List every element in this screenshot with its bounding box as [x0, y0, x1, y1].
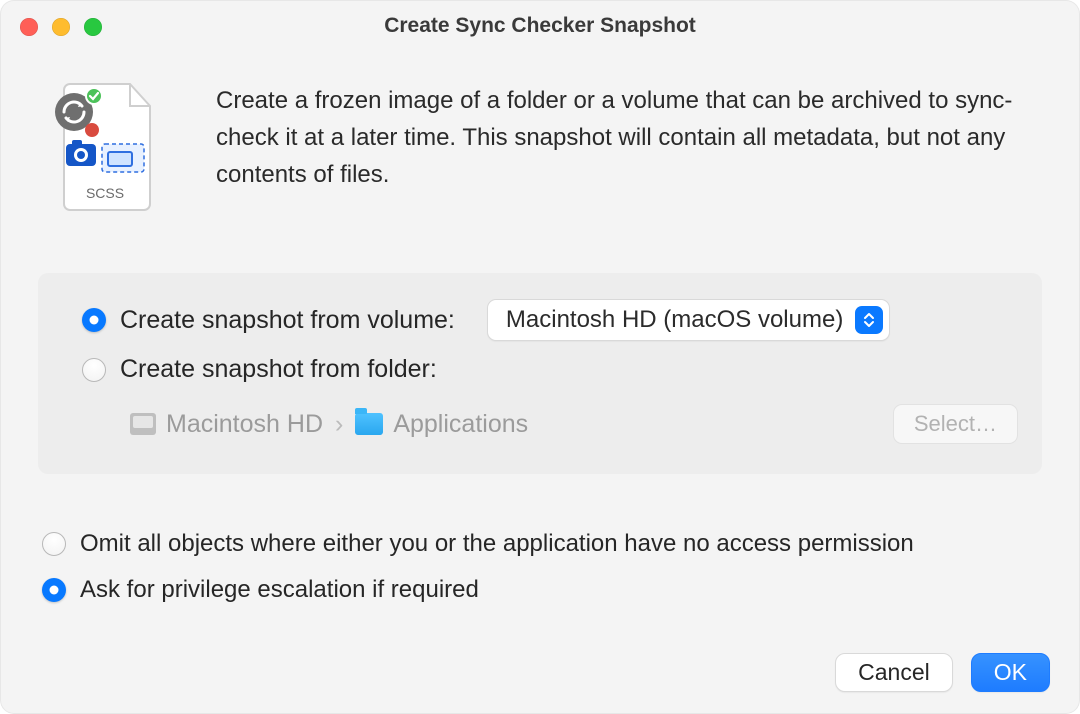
select-folder-button[interactable]: Select… [893, 404, 1018, 444]
window-title: Create Sync Checker Snapshot [0, 14, 1080, 38]
intro-section: SCSS Create a frozen image of a folder o… [38, 82, 1042, 219]
breadcrumb-item: Applications [393, 410, 528, 439]
label-ask-escalation: Ask for privilege escalation if required [80, 576, 479, 604]
radio-row-folder[interactable]: Create snapshot from folder: [82, 355, 1018, 384]
radio-row-escalation[interactable]: Ask for privilege escalation if required [42, 576, 1038, 604]
updown-chevron-icon [855, 306, 883, 334]
harddrive-icon [130, 413, 156, 435]
radio-omit-no-access[interactable] [42, 532, 66, 556]
folder-breadcrumb: Macintosh HD › Applications [130, 410, 528, 439]
radio-row-volume[interactable]: Create snapshot from volume: Macintosh H… [82, 299, 1018, 341]
minimize-window-button[interactable] [52, 18, 70, 36]
radio-row-omit[interactable]: Omit all objects where either you or the… [42, 530, 1038, 558]
breadcrumb-root: Macintosh HD [166, 410, 323, 439]
volume-select-value: Macintosh HD (macOS volume) [506, 306, 843, 334]
radio-from-volume[interactable] [82, 308, 106, 332]
breadcrumb-separator: › [333, 410, 345, 439]
cancel-button[interactable]: Cancel [835, 653, 953, 692]
scss-badge-text: SCSS [86, 185, 124, 201]
label-from-volume: Create snapshot from volume: [120, 306, 455, 335]
titlebar: Create Sync Checker Snapshot [0, 0, 1080, 52]
label-omit-no-access: Omit all objects where either you or the… [80, 530, 914, 558]
window: Create Sync Checker Snapshot [0, 0, 1080, 714]
folder-path-row: Macintosh HD › Applications Select… [82, 404, 1018, 444]
source-option-box: Create snapshot from volume: Macintosh H… [38, 273, 1042, 474]
zoom-window-button[interactable] [84, 18, 102, 36]
volume-select[interactable]: Macintosh HD (macOS volume) [487, 299, 890, 341]
scss-document-icon: SCSS [50, 82, 160, 219]
traffic-lights [20, 18, 102, 36]
ok-button[interactable]: OK [971, 653, 1050, 692]
close-window-button[interactable] [20, 18, 38, 36]
radio-ask-escalation[interactable] [42, 578, 66, 602]
radio-from-folder[interactable] [82, 358, 106, 382]
options-checks: Omit all objects where either you or the… [38, 530, 1042, 604]
footer-buttons: Cancel OK [835, 653, 1050, 692]
folder-icon [355, 413, 383, 435]
intro-text: Create a frozen image of a folder or a v… [216, 82, 1042, 194]
label-from-folder: Create snapshot from folder: [120, 355, 437, 384]
